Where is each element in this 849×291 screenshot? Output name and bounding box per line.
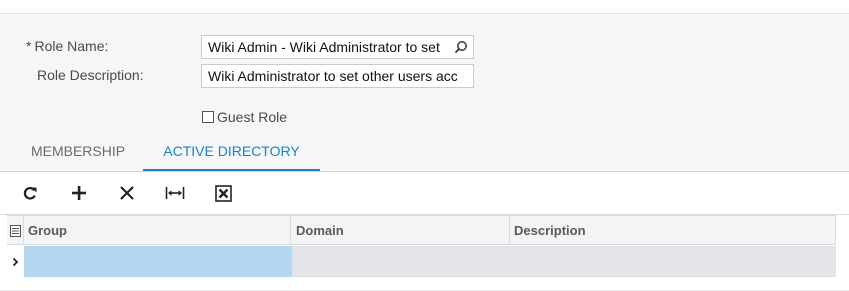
search-icon[interactable] bbox=[454, 40, 468, 54]
form-area: * Role Name: Wiki Admin - Wiki Administra… bbox=[0, 13, 849, 172]
cell-group[interactable] bbox=[24, 246, 292, 277]
tab-membership[interactable]: MEMBERSHIP bbox=[18, 133, 138, 172]
grid-toolbar bbox=[0, 172, 849, 215]
grid-header: Group Domain Description bbox=[7, 215, 836, 245]
row-selector-header[interactable] bbox=[7, 216, 24, 245]
cell-description[interactable] bbox=[510, 246, 836, 277]
refresh-button[interactable] bbox=[18, 181, 42, 205]
cell-domain[interactable] bbox=[292, 246, 510, 277]
role-name-label: * Role Name: bbox=[26, 38, 109, 54]
tab-bar: MEMBERSHIP ACTIVE DIRECTORY bbox=[0, 133, 849, 172]
guest-role-checkbox[interactable] bbox=[202, 111, 214, 123]
role-description-input[interactable]: Wiki Administrator to set other users ac… bbox=[201, 64, 474, 88]
export-excel-icon bbox=[214, 184, 232, 202]
add-icon bbox=[72, 186, 86, 200]
role-description-label: Role Description: bbox=[37, 67, 144, 83]
fit-columns-icon bbox=[165, 187, 185, 199]
column-header-description[interactable]: Description bbox=[510, 216, 836, 245]
add-button[interactable] bbox=[67, 181, 91, 205]
tab-active-directory[interactable]: ACTIVE DIRECTORY bbox=[143, 133, 320, 172]
required-mark: * bbox=[26, 38, 32, 54]
column-header-group[interactable]: Group bbox=[24, 216, 291, 245]
current-row-indicator bbox=[7, 246, 24, 277]
chevron-right-icon bbox=[12, 257, 19, 266]
fit-columns-button[interactable] bbox=[163, 181, 187, 205]
table-row[interactable] bbox=[7, 246, 836, 277]
guest-role-label: Guest Role bbox=[217, 109, 288, 125]
delete-icon bbox=[120, 186, 134, 200]
delete-button[interactable] bbox=[115, 181, 139, 205]
role-name-input[interactable]: Wiki Admin - Wiki Administrator to set bbox=[201, 35, 474, 59]
column-settings-icon bbox=[9, 224, 21, 237]
column-header-domain[interactable]: Domain bbox=[292, 216, 510, 245]
refresh-icon bbox=[23, 186, 37, 200]
export-excel-button[interactable] bbox=[211, 181, 235, 205]
